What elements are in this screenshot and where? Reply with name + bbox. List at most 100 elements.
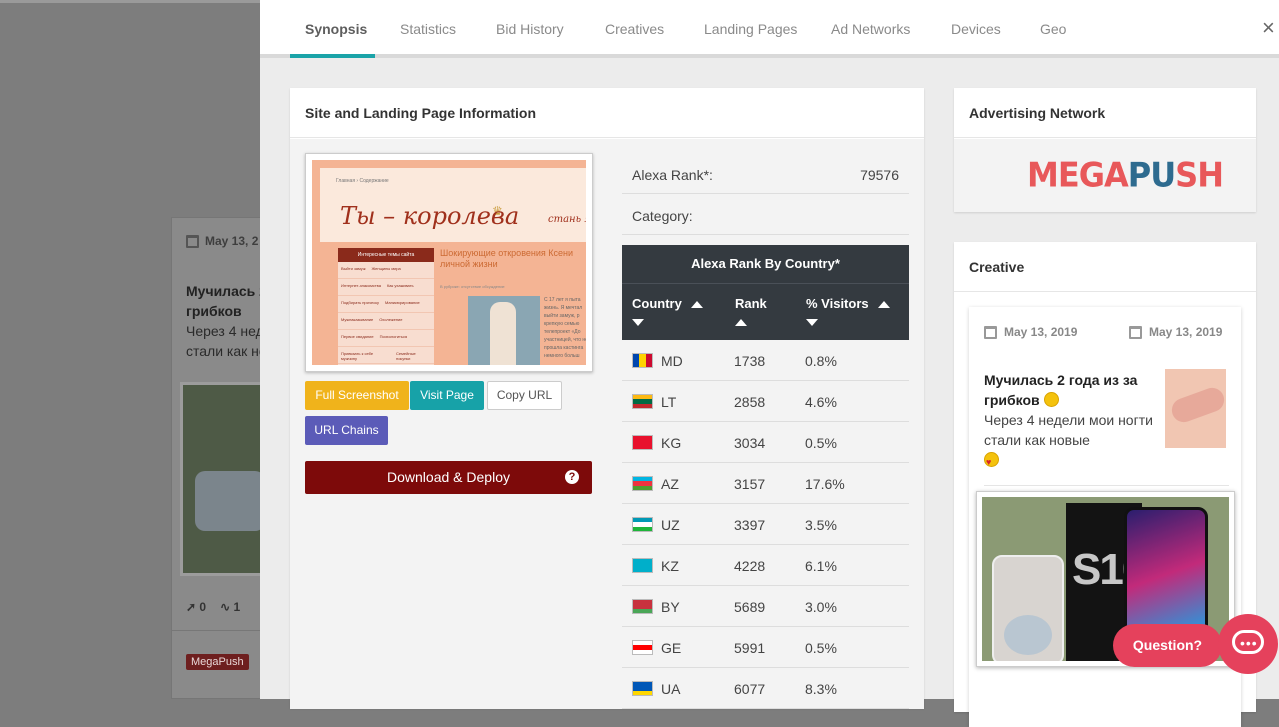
country-visitors: 8.3% [805,681,837,697]
close-icon[interactable]: × [1262,16,1275,40]
sort-desc-icon[interactable] [632,319,644,326]
rank-column-header[interactable]: Rank [735,296,767,329]
full-screenshot-button[interactable]: Full Screenshot [305,381,409,410]
download-deploy-button[interactable]: Download & Deploy ? [305,461,592,494]
tab-synopsis[interactable]: Synopsis [305,21,367,37]
tab-geo[interactable]: Geo [1040,21,1066,37]
question-chat-bubble[interactable]: Question? [1113,624,1222,667]
country-visitors: 4.6% [805,394,837,410]
country-visitors: 17.6% [805,476,845,492]
flag-icon [632,517,653,532]
screenshot-menu-row: Интернет-знакомства Как ухаживать [338,279,434,296]
country-table-title: Alexa Rank By Country* [622,245,909,283]
country-row: KG 3034 0.5% [622,422,909,463]
country-row: MD 1738 0.8% [622,340,909,381]
flag-icon [632,599,653,614]
screenshot-menu: Интересные темы сайта Выйти замуж Женщины… [338,248,434,365]
trend-icon: ∿ 1 [220,600,241,614]
country-column-header[interactable]: Country [632,296,704,329]
country-rank: 1738 [734,353,766,369]
country-row: GE 5991 0.5% [622,627,909,668]
screenshot-menu-row: Привязать к себе мужчину Семейные покупки [338,347,434,364]
tab-bid-history[interactable]: Bid History [496,21,564,37]
tab-ad-networks[interactable]: Ad Networks [831,21,910,37]
country-code: GE [661,640,682,656]
ad-details-modal: Synopsis Statistics Bid History Creative… [260,0,1279,727]
flag-icon [632,558,653,573]
screenshot-content: Главная › Содержание ♛ Ты – королева ста… [312,160,586,365]
country-row: LT 2858 4.6% [622,381,909,422]
country-visitors: 3.0% [805,599,837,615]
country-rank: 4228 [734,558,766,574]
copy-url-button[interactable]: Copy URL [487,381,562,410]
country-rank: 5689 [734,599,766,615]
visit-page-button[interactable]: Visit Page [410,381,484,410]
flag-icon [632,681,653,696]
person-shape [490,302,516,365]
ad-network-logo-box: MEGAPUSH [954,139,1256,212]
help-icon[interactable]: ? [565,470,579,484]
screenshot-menu-row: Мужнаказывание Охолежение [338,313,434,330]
visitors-column-header[interactable]: % Visitors [806,296,891,329]
chat-button[interactable]: ••• [1218,614,1278,674]
background-date-text: May 13, 2 [205,234,259,248]
flag-icon [632,394,653,409]
earbuds-shape [1004,615,1052,655]
screenshot-header: Главная › Содержание ♛ Ты – королева ста… [320,168,586,242]
country-code: LT [661,394,677,410]
ad-network-panel: Advertising Network MEGAPUSH [954,88,1256,212]
country-code: UZ [661,517,680,533]
ad-network-title: Advertising Network [954,88,1256,138]
product-shape [195,471,265,531]
screenshot-meta: В рубрике: отсутствие обсуждение [440,284,505,289]
sort-asc-icon[interactable] [735,319,747,326]
site-info-body: Главная › Содержание ♛ Ты – королева ста… [290,139,924,709]
creative-title: Creative [954,242,1256,292]
tab-devices[interactable]: Devices [951,21,1001,37]
country-rank: 6077 [734,681,766,697]
landing-page-screenshot[interactable]: Главная › Содержание ♛ Ты – королева ста… [305,153,593,372]
flag-icon [632,640,653,655]
alexa-rank-row: Alexa Rank*: 79576 [622,153,909,194]
sad-face-emoji-icon [1043,392,1059,407]
active-tab-indicator [290,54,375,58]
sort-asc-icon[interactable] [691,301,704,308]
screenshot-logo-sub: стань я [548,214,586,225]
country-rank: 2858 [734,394,766,410]
alexa-rank-label: Alexa Rank*: [632,167,713,183]
country-row: BY 5689 3.0% [622,586,909,627]
calendar-icon [1129,325,1142,339]
country-row: AZ 3157 17.6% [622,463,909,504]
screenshot-headline: Шокирующие откровения Ксени личной жизни [440,248,573,269]
calendar-icon [984,325,997,339]
site-info-panel: Site and Landing Page Information Главна… [290,88,924,709]
sort-asc-icon[interactable] [878,301,891,308]
country-code: KG [661,435,682,451]
screenshot-menu-row: Подбирать прическу Маникюрирование [338,296,434,313]
download-deploy-label: Download & Deploy [387,469,510,485]
creative-icon-image [1165,369,1226,448]
tab-creatives[interactable]: Creatives [605,21,664,37]
country-code: UA [661,681,681,697]
url-chains-button[interactable]: URL Chains [305,416,388,445]
country-rank-table: Alexa Rank By Country* Country Rank % Vi… [622,245,909,709]
chat-dots: ••• [1240,635,1258,651]
tab-statistics[interactable]: Statistics [400,21,456,37]
last-seen-date: May 13, 2019 [1129,325,1222,339]
calendar-icon [186,234,199,248]
country-visitors: 0.5% [805,640,837,656]
country-row: KZ 4228 6.1% [622,545,909,586]
country-table-header: Country Rank % Visitors [622,283,909,340]
country-row: UA 6077 8.3% [622,668,909,709]
alexa-rank-value: 79576 [860,167,899,183]
sort-desc-icon[interactable] [806,319,818,326]
flag-icon [632,353,653,368]
country-code: AZ [661,476,679,492]
screenshot-menu-row: Первое свидание Психологиться [338,330,434,347]
category-label: Category: [632,208,693,224]
tab-landing-pages[interactable]: Landing Pages [704,21,797,37]
creative-headline: Мучилась 2 года из за грибков [984,372,1138,408]
country-rank: 3034 [734,435,766,451]
tab-bar: Synopsis Statistics Bid History Creative… [260,0,1279,58]
screenshot-body-text: С 17 лет я пыта жизнь. Я мечтал выйти за… [544,297,586,359]
